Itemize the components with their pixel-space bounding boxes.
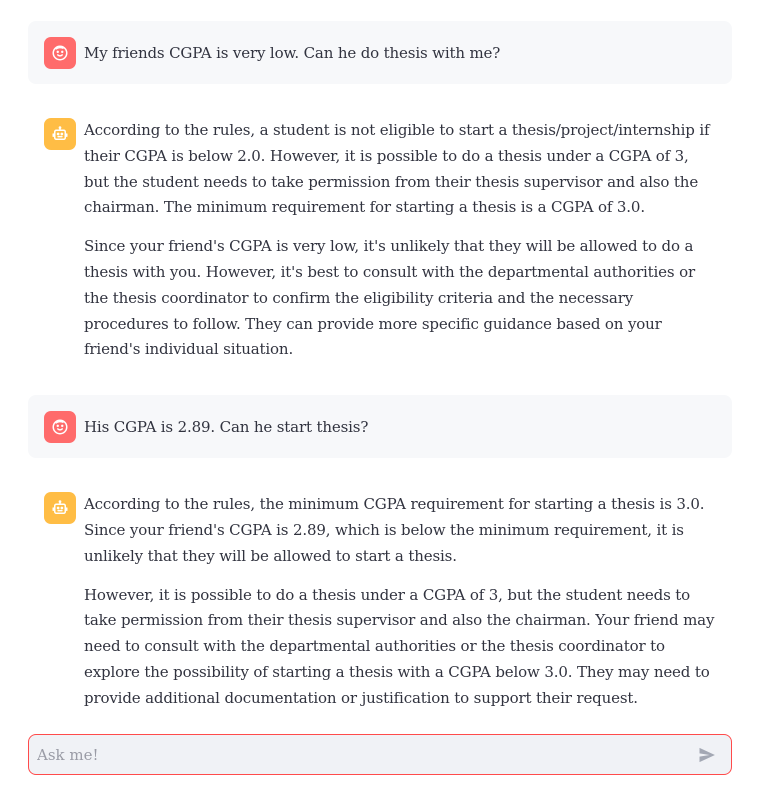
send-icon [699,747,715,762]
message-paragraph: However, it is possible to do a thesis u… [84,585,715,707]
robot-icon [52,500,68,515]
message-paragraph: My friends CGPA is very low. Can he do t… [84,43,501,62]
face-icon [52,45,68,60]
message-paragraph: Since your friend's CGPA is very low, it… [84,237,695,359]
message-paragraph: According to the rules, a student is not… [84,121,710,217]
assistant-avatar [44,118,76,150]
chat-message-list: My friends CGPA is very low. Can he do t… [28,21,732,728]
message-paragraph: His CGPA is 2.89. Can he start thesis? [84,417,369,436]
chat-input[interactable] [29,735,689,774]
message-content: My friends CGPA is very low. Can he do t… [84,42,716,64]
message-content: According to the rules, the minimum CGPA… [84,492,716,711]
message-paragraph: According to the rules, the minimum CGPA… [84,495,705,565]
message-content: His CGPA is 2.89. Can he start thesis? [84,416,716,438]
user-message: My friends CGPA is very low. Can he do t… [28,21,732,84]
message-content: According to the rules, a student is not… [84,118,716,363]
user-avatar [44,36,76,69]
robot-icon [52,126,68,140]
send-button[interactable] [689,737,725,773]
assistant-message: According to the rules, the minimum CGPA… [28,473,732,727]
chat-input-container [28,734,732,775]
assistant-message: According to the rules, a student is not… [28,99,732,379]
user-message: His CGPA is 2.89. Can he start thesis? [28,395,732,459]
face-icon [52,419,68,435]
user-avatar [44,410,76,443]
assistant-avatar [44,492,76,525]
